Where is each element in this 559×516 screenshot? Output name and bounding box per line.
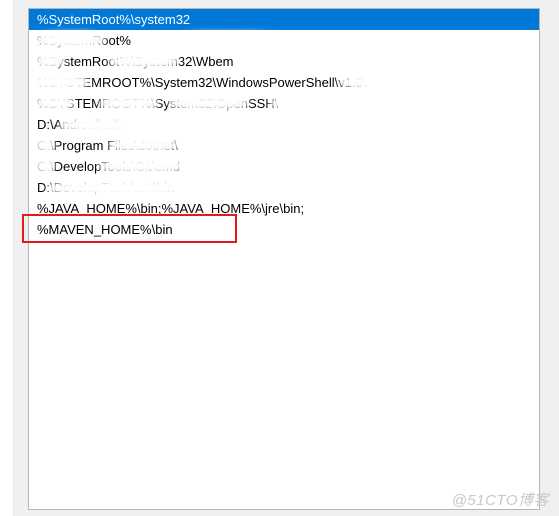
path-entry-text: D:\DevelopTools\ant\bin <box>37 180 174 195</box>
path-entry-text: %MAVEN_HOME%\bin <box>37 222 173 237</box>
window-left-edge <box>0 0 14 516</box>
path-entry-text: %JAVA_HOME%\bin;%JAVA_HOME%\jre\bin; <box>37 201 304 216</box>
path-entry-row[interactable]: %JAVA_HOME%\bin;%JAVA_HOME%\jre\bin; <box>29 198 539 219</box>
path-entry-row[interactable]: %MAVEN_HOME%\bin <box>29 219 539 240</box>
path-entry-text: D:\Android\sdk <box>37 117 122 132</box>
path-entry-row[interactable]: %SYSTEMROOT%\System32\WindowsPowerShell\… <box>29 72 539 93</box>
path-entry-row[interactable]: %SystemRoot% <box>29 30 539 51</box>
path-entry-text: %SystemRoot% <box>37 33 131 48</box>
path-entry-text: %SystemRoot%\system32 <box>37 12 190 27</box>
path-entry-text: C:\DevelopTools\Git\cmd <box>37 159 180 174</box>
path-entries-listbox[interactable]: %SystemRoot%\system32 %SystemRoot% %System… <box>28 8 540 510</box>
path-entry-text: %SYSTEMROOT%\System32\OpenSSH\ <box>37 96 278 111</box>
path-entry-row[interactable]: %SystemRoot%\System32\Wbem <box>29 51 539 72</box>
path-entry-row[interactable]: D:\Android\sdk <box>29 114 539 135</box>
path-entry-row[interactable]: %SYSTEMROOT%\System32\OpenSSH\ <box>29 93 539 114</box>
path-entry-row[interactable]: C:\DevelopTools\Git\cmd <box>29 156 539 177</box>
path-entry-text: C:\Program Files\dotnet\ <box>37 138 178 153</box>
path-entry-row[interactable]: %SystemRoot%\system32 <box>29 9 539 30</box>
path-entry-text: %SYSTEMROOT%\System32\WindowsPowerShell\… <box>37 75 366 90</box>
path-entry-row[interactable]: D:\DevelopTools\ant\bin <box>29 177 539 198</box>
path-entry-row[interactable]: C:\Program Files\dotnet\ <box>29 135 539 156</box>
path-entry-text: %SystemRoot%\System32\Wbem <box>37 54 234 69</box>
